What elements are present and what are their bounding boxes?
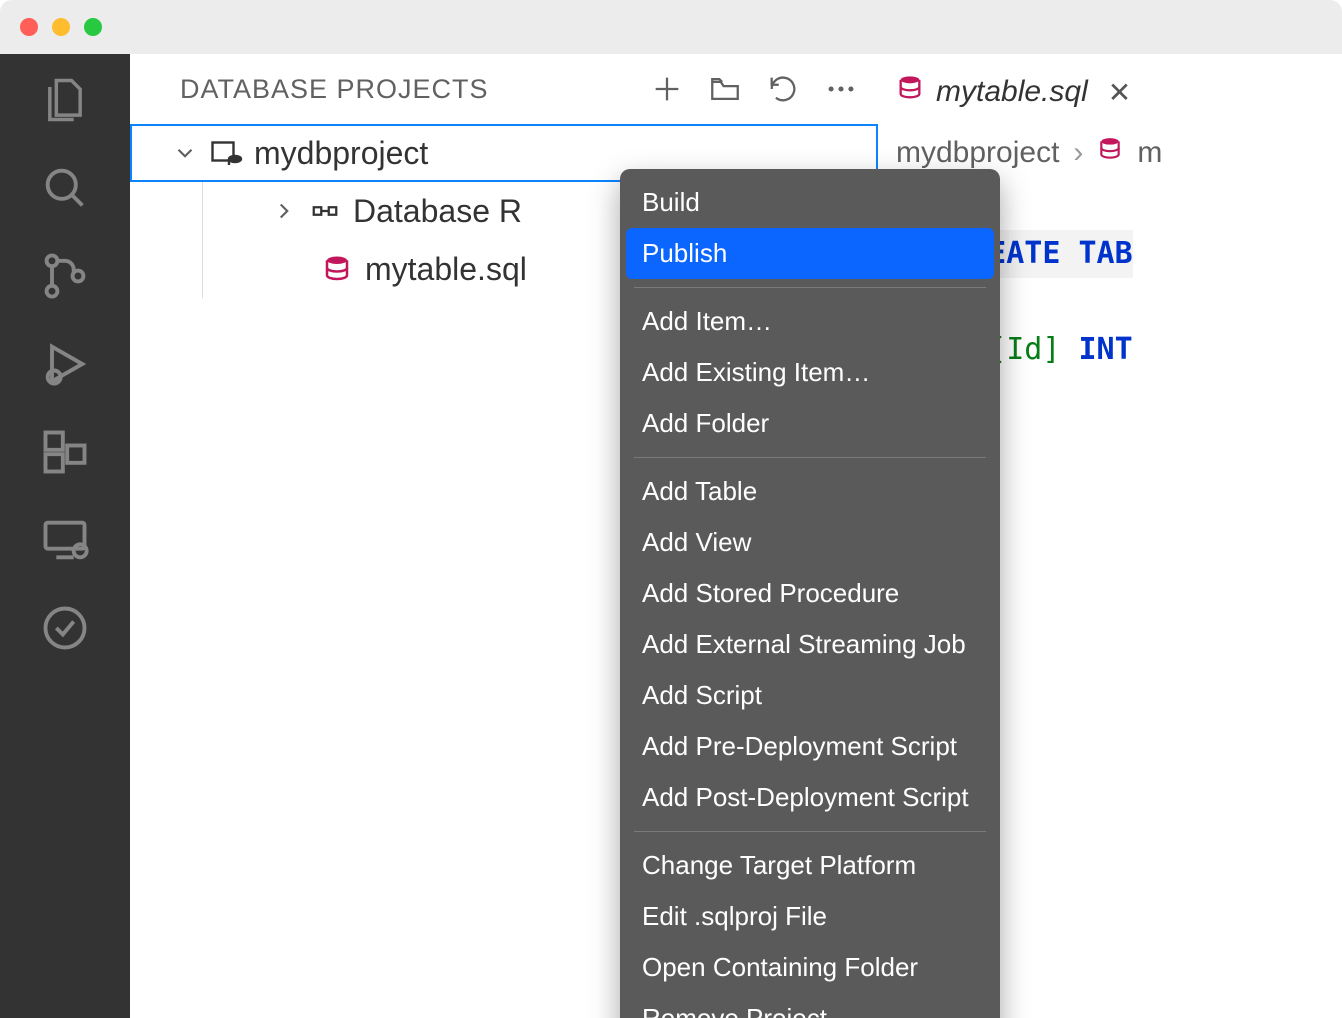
chevron-right-icon (271, 198, 297, 224)
menu-item-build[interactable]: Build (620, 177, 1000, 228)
menu-item-add-stored-procedure[interactable]: Add Stored Procedure (620, 568, 1000, 619)
editor-tab-mytable[interactable]: mytable.sql ✕ (896, 74, 1131, 110)
tree-folder-label: Database R (353, 193, 522, 230)
editor-tab-bar: mytable.sql ✕ (878, 54, 1342, 130)
database-file-icon (319, 251, 355, 287)
context-menu: Build Publish Add Item… Add Existing Ite… (620, 169, 1000, 1018)
open-folder-icon[interactable] (708, 72, 742, 106)
menu-item-add-external-streaming-job[interactable]: Add External Streaming Job (620, 619, 1000, 670)
menu-item-add-script[interactable]: Add Script (620, 670, 1000, 721)
extensions-icon[interactable] (39, 426, 91, 478)
close-tab-icon[interactable]: ✕ (1108, 76, 1131, 109)
chevron-down-icon (172, 140, 198, 166)
more-actions-icon[interactable] (824, 72, 858, 106)
tree-root-label: mydbproject (254, 135, 428, 172)
window-minimize-button[interactable] (52, 18, 70, 36)
explorer-icon[interactable] (39, 74, 91, 126)
menu-item-add-view[interactable]: Add View (620, 517, 1000, 568)
tree-file-label: mytable.sql (365, 251, 527, 288)
source-control-icon[interactable] (39, 250, 91, 302)
menu-item-add-existing-item[interactable]: Add Existing Item… (620, 347, 1000, 398)
breadcrumb-file[interactable]: m (1137, 136, 1162, 170)
sidebar-header: DATABASE PROJECTS (130, 54, 878, 124)
task-check-icon[interactable] (39, 602, 91, 654)
activity-bar (0, 54, 130, 1018)
database-file-icon (896, 74, 924, 110)
menu-separator (634, 831, 986, 832)
new-project-icon[interactable] (650, 72, 684, 106)
sql-project-icon (208, 135, 244, 171)
references-icon (307, 193, 343, 229)
menu-item-change-target-platform[interactable]: Change Target Platform (620, 840, 1000, 891)
remote-explorer-icon[interactable] (39, 514, 91, 566)
menu-item-publish[interactable]: Publish (626, 228, 994, 279)
breadcrumb-project[interactable]: mydbproject (896, 136, 1059, 170)
menu-item-edit-sqlproj-file[interactable]: Edit .sqlproj File (620, 891, 1000, 942)
sidebar-title: DATABASE PROJECTS (180, 74, 489, 105)
menu-separator (634, 287, 986, 288)
menu-item-remove-project[interactable]: Remove Project (620, 993, 1000, 1018)
menu-item-add-item[interactable]: Add Item… (620, 296, 1000, 347)
menu-item-add-table[interactable]: Add Table (620, 466, 1000, 517)
code-token: TAB (1079, 236, 1133, 271)
menu-item-add-pre-deployment-script[interactable]: Add Pre-Deployment Script (620, 721, 1000, 772)
search-icon[interactable] (39, 162, 91, 214)
code-token: INT (1079, 332, 1133, 367)
breadcrumb-separator: › (1073, 136, 1083, 170)
editor-tab-label: mytable.sql (936, 75, 1088, 109)
refresh-icon[interactable] (766, 72, 800, 106)
window-titlebar (0, 0, 1342, 54)
menu-separator (634, 457, 986, 458)
menu-item-add-post-deployment-script[interactable]: Add Post-Deployment Script (620, 772, 1000, 823)
window-close-button[interactable] (20, 18, 38, 36)
menu-item-open-containing-folder[interactable]: Open Containing Folder (620, 942, 1000, 993)
window-zoom-button[interactable] (84, 18, 102, 36)
run-debug-icon[interactable] (39, 338, 91, 390)
menu-item-add-folder[interactable]: Add Folder (620, 398, 1000, 449)
database-file-icon (1097, 136, 1123, 170)
sidebar-panel: DATABASE PROJECTS mydbproject (130, 54, 878, 1018)
